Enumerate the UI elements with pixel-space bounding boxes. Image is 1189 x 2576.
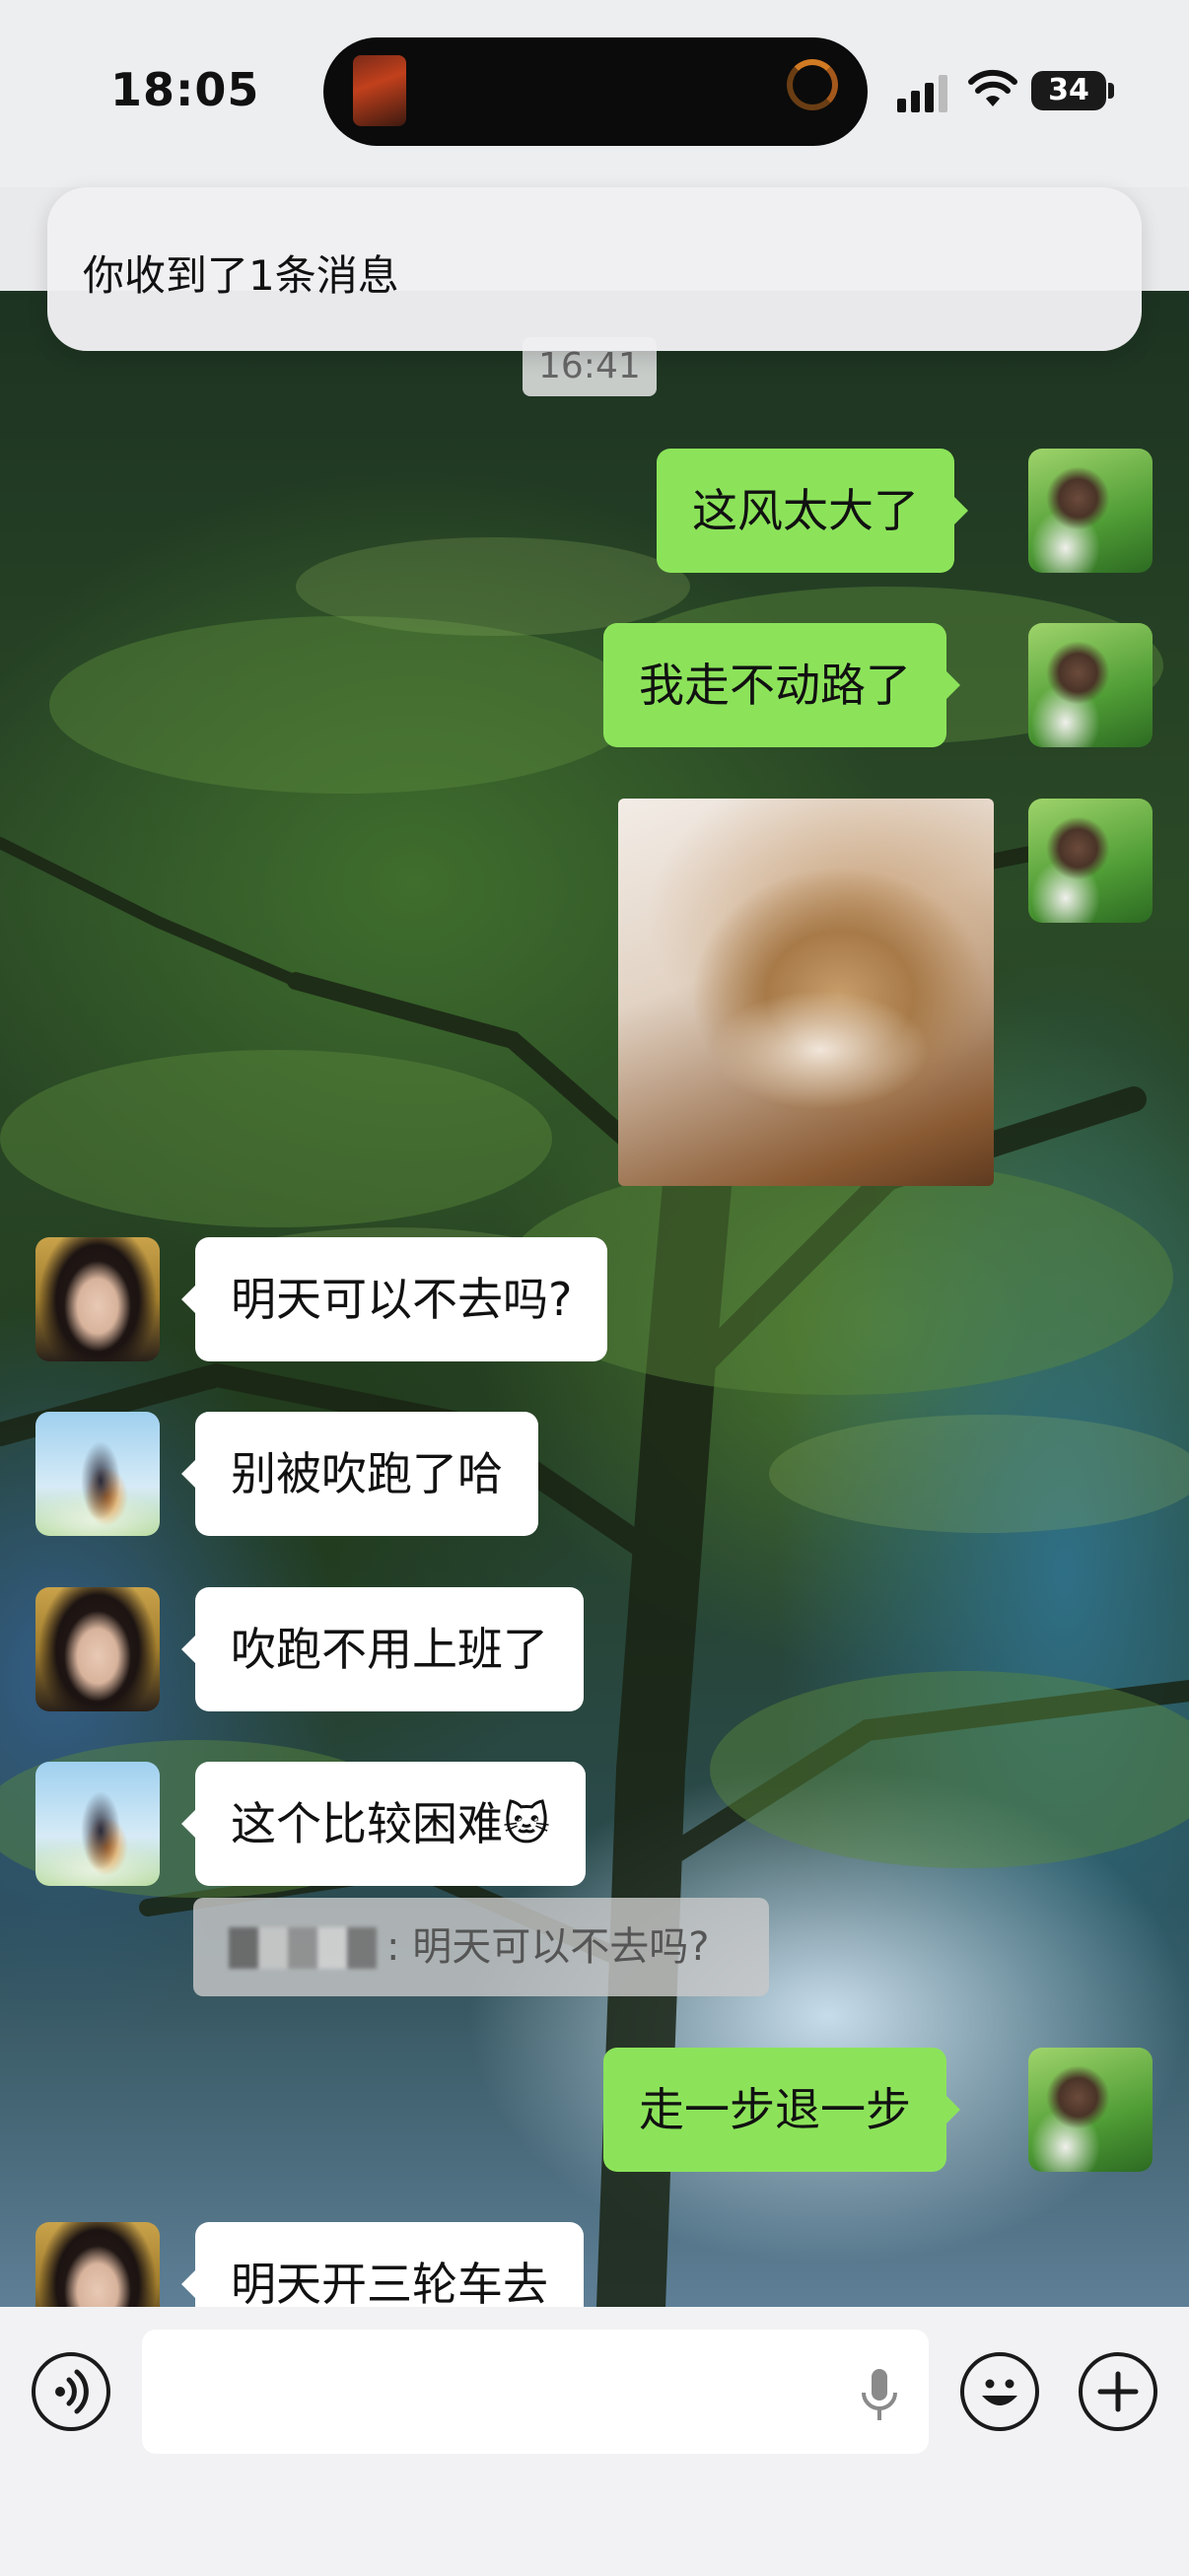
- message-input[interactable]: [142, 2330, 929, 2454]
- emoji-icon: [982, 2379, 1017, 2405]
- contact-avatar-girl[interactable]: [35, 1237, 160, 1361]
- dynamic-island[interactable]: [323, 37, 868, 146]
- activity-ring-icon: [787, 59, 838, 110]
- message-bubble-theirs[interactable]: 明天可以不去吗?: [180, 1237, 608, 1361]
- voice-toggle-icon: [55, 2369, 89, 2414]
- message-bubble-theirs[interactable]: 这个比较困难🐱: [181, 1762, 586, 1886]
- message-text: 这个比较困难: [231, 1797, 503, 1850]
- plus-button[interactable]: [1079, 2352, 1157, 2431]
- message-bubble-mine[interactable]: 这风太大了: [657, 449, 968, 573]
- blurred-sender-name: [229, 1927, 377, 1969]
- message-bubble-theirs[interactable]: 别被吹跑了哈: [181, 1412, 538, 1536]
- message-bubble-mine[interactable]: 走一步退一步: [603, 2048, 960, 2172]
- input-bar: [0, 2307, 1189, 2576]
- quoted-text: : 明天可以不去吗?: [386, 1924, 710, 1970]
- mic-icon[interactable]: [860, 2367, 899, 2422]
- status-time: 18:05: [110, 63, 260, 116]
- notification-banner[interactable]: 你收到了1条消息: [47, 187, 1142, 351]
- quoted-message[interactable]: : 明天可以不去吗?: [193, 1898, 769, 1996]
- battery-icon: 34: [1031, 71, 1106, 110]
- plus-icon: [1097, 2371, 1139, 2412]
- message-bubble-theirs[interactable]: 吹跑不用上班了: [181, 1587, 584, 1711]
- notification-text: 你收到了1条消息: [83, 251, 399, 300]
- battery-tip: [1108, 83, 1114, 99]
- voice-toggle-button[interactable]: [32, 2352, 110, 2431]
- cellular-signal-icon: [897, 75, 947, 112]
- now-playing-artwork: [353, 55, 406, 126]
- contact-avatar-kid[interactable]: [35, 1762, 160, 1886]
- my-avatar[interactable]: [1028, 623, 1153, 747]
- emoji-button[interactable]: [960, 2352, 1039, 2431]
- status-bar: 18:05 34: [0, 0, 1189, 187]
- my-avatar[interactable]: [1028, 2048, 1153, 2172]
- my-avatar[interactable]: [1028, 449, 1153, 573]
- doge-emoji-icon: 🐱: [503, 1797, 550, 1850]
- message-bubble-mine[interactable]: 我走不动路了: [603, 623, 960, 747]
- my-avatar[interactable]: [1028, 799, 1153, 923]
- sticker-image-message[interactable]: [618, 799, 994, 1186]
- contact-avatar-kid[interactable]: [35, 1412, 160, 1536]
- wifi-icon: [968, 69, 1017, 106]
- contact-avatar-girl[interactable]: [35, 1587, 160, 1711]
